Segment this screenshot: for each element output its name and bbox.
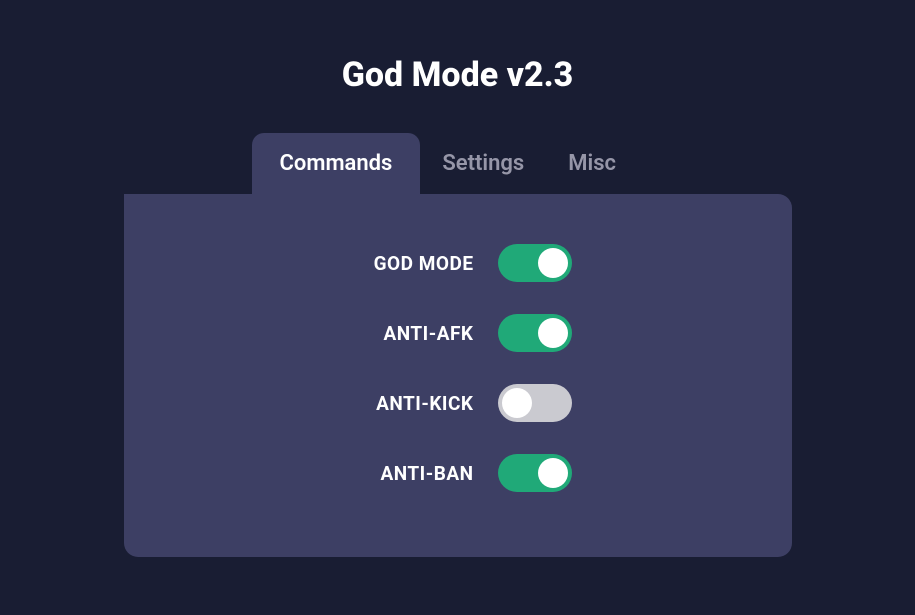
toggle-knob-icon <box>502 388 532 418</box>
page-title: God Mode v2.3 <box>342 55 574 95</box>
option-row-god-mode: GOD MODE <box>164 244 752 282</box>
option-label: ANTI-AFK <box>344 322 474 345</box>
toggle-knob-icon <box>538 458 568 488</box>
option-row-anti-ban: ANTI-BAN <box>164 454 752 492</box>
tabs-bar: Commands Settings Misc <box>124 133 792 194</box>
option-row-anti-kick: ANTI-KICK <box>164 384 752 422</box>
tab-commands[interactable]: Commands <box>252 133 421 194</box>
toggle-knob-icon <box>538 248 568 278</box>
toggle-knob-icon <box>538 318 568 348</box>
tab-misc[interactable]: Misc <box>546 133 638 194</box>
option-label: ANTI-BAN <box>344 462 474 485</box>
toggle-anti-afk[interactable] <box>498 314 572 352</box>
toggle-anti-kick[interactable] <box>498 384 572 422</box>
toggle-anti-ban[interactable] <box>498 454 572 492</box>
option-label: ANTI-KICK <box>344 392 474 415</box>
option-label: GOD MODE <box>344 252 474 275</box>
toggle-god-mode[interactable] <box>498 244 572 282</box>
options-panel: GOD MODE ANTI-AFK ANTI-KICK ANTI-BAN <box>124 194 792 557</box>
option-row-anti-afk: ANTI-AFK <box>164 314 752 352</box>
tab-settings[interactable]: Settings <box>420 133 546 194</box>
